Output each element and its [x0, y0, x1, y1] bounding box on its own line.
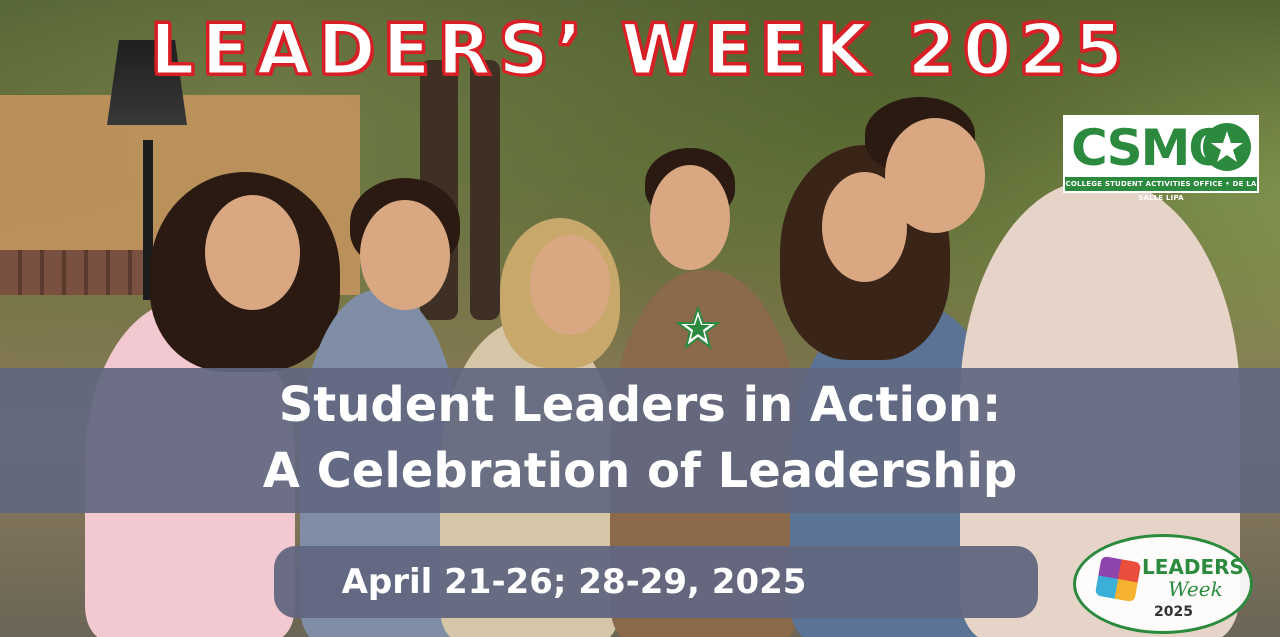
- leaders-week-badge: LEADERS Week 2025: [1073, 534, 1253, 634]
- star-icon: [1203, 123, 1251, 171]
- csmo-logo: CSMO COLLEGE STUDENT ACTIVITIES OFFICE •…: [1063, 115, 1259, 202]
- event-title: LEADERS’ WEEK 2025: [148, 8, 1131, 93]
- headline-line-1: Student Leaders in Action:: [278, 377, 1002, 433]
- event-dates: April 21-26; 28-29, 2025: [341, 562, 807, 602]
- date-pill: April 21-26; 28-29, 2025: [274, 546, 1038, 618]
- logo-subtitle: COLLEGE STUDENT ACTIVITIES OFFICE • DE L…: [1065, 177, 1257, 202]
- badge-line-2: Week: [1168, 577, 1223, 601]
- headline: Student Leaders in Action: A Celebration…: [0, 372, 1280, 504]
- badge-year: 2025: [1154, 604, 1193, 620]
- colorful-emblem-icon: [1094, 555, 1142, 603]
- event-banner: LEADERS’ WEEK 2025 CSMO COLLEGE STUDENT …: [0, 0, 1280, 637]
- headline-line-2: A Celebration of Leadership: [262, 443, 1018, 499]
- star-icon: [675, 304, 721, 354]
- badge-line-1: LEADERS: [1142, 555, 1244, 579]
